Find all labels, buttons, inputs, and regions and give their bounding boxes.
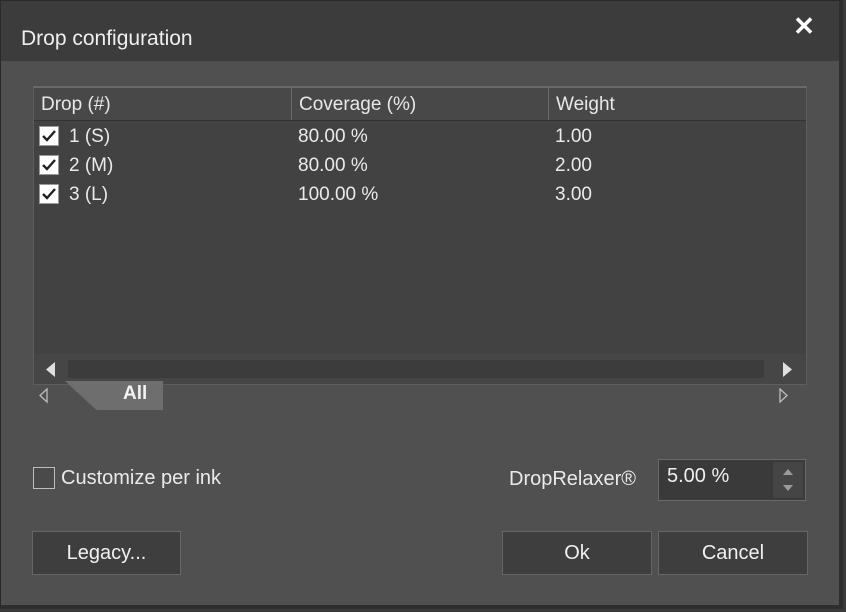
drop-cell: 2 (M) [69,155,114,176]
spin-up-icon[interactable] [782,468,794,476]
close-icon[interactable]: ✕ [791,13,817,39]
scrollbar-track[interactable] [68,360,764,378]
title-bar: Drop configuration ✕ [1,1,839,61]
coverage-cell: 80.00 % [298,126,368,147]
row-checkbox[interactable] [39,155,59,175]
cancel-button[interactable]: Cancel [658,531,808,575]
tab-scroll-right-icon[interactable] [779,388,789,404]
horizontal-scrollbar[interactable] [34,354,806,384]
ok-button[interactable]: Ok [502,531,652,575]
spin-buttons [773,462,803,498]
drop-table: Drop (#) Coverage (%) Weight 1 (S) 80.00… [33,86,807,385]
column-header-drop[interactable]: Drop (#) [34,88,292,120]
scroll-left-icon[interactable] [44,362,58,378]
tab-all-label[interactable]: All [123,383,147,405]
checkmark-icon [42,159,56,171]
row-checkbox[interactable] [39,126,59,146]
scroll-right-icon[interactable] [780,362,794,378]
row-checkbox[interactable] [39,184,59,204]
weight-cell: 3.00 [555,184,592,205]
droprelaxer-spinbox[interactable]: 5.00 % [658,459,806,501]
drop-cell: 3 (L) [69,184,109,205]
table-row[interactable]: 2 (M) 80.00 % 2.00 [34,151,806,180]
legacy-button[interactable]: Legacy... [32,531,181,575]
dialog-title: Drop configuration [21,27,193,50]
customize-per-ink-checkbox[interactable] [33,467,55,489]
tab-scroll-left-icon[interactable] [39,388,49,404]
table-row[interactable]: 1 (S) 80.00 % 1.00 [34,122,806,151]
weight-cell: 2.00 [555,155,592,176]
weight-cell: 1.00 [555,126,592,147]
checkmark-icon [42,188,56,200]
spin-down-icon[interactable] [782,484,794,492]
checkmark-icon [42,130,56,142]
drop-configuration-dialog: Drop configuration ✕ Drop (#) Coverage (… [0,0,843,609]
table-row[interactable]: 3 (L) 100.00 % 3.00 [34,180,806,209]
table-header: Drop (#) Coverage (%) Weight [34,88,806,121]
coverage-cell: 100.00 % [298,184,379,205]
droprelaxer-label: DropRelaxer® [509,468,637,490]
customize-per-ink-label: Customize per ink [61,467,222,489]
column-header-weight[interactable]: Weight [549,88,806,120]
drop-cell: 1 (S) [69,126,111,147]
droprelaxer-value[interactable]: 5.00 % [667,465,729,488]
column-header-coverage[interactable]: Coverage (%) [292,88,549,120]
coverage-cell: 80.00 % [298,155,368,176]
tab-all[interactable] [65,381,163,410]
